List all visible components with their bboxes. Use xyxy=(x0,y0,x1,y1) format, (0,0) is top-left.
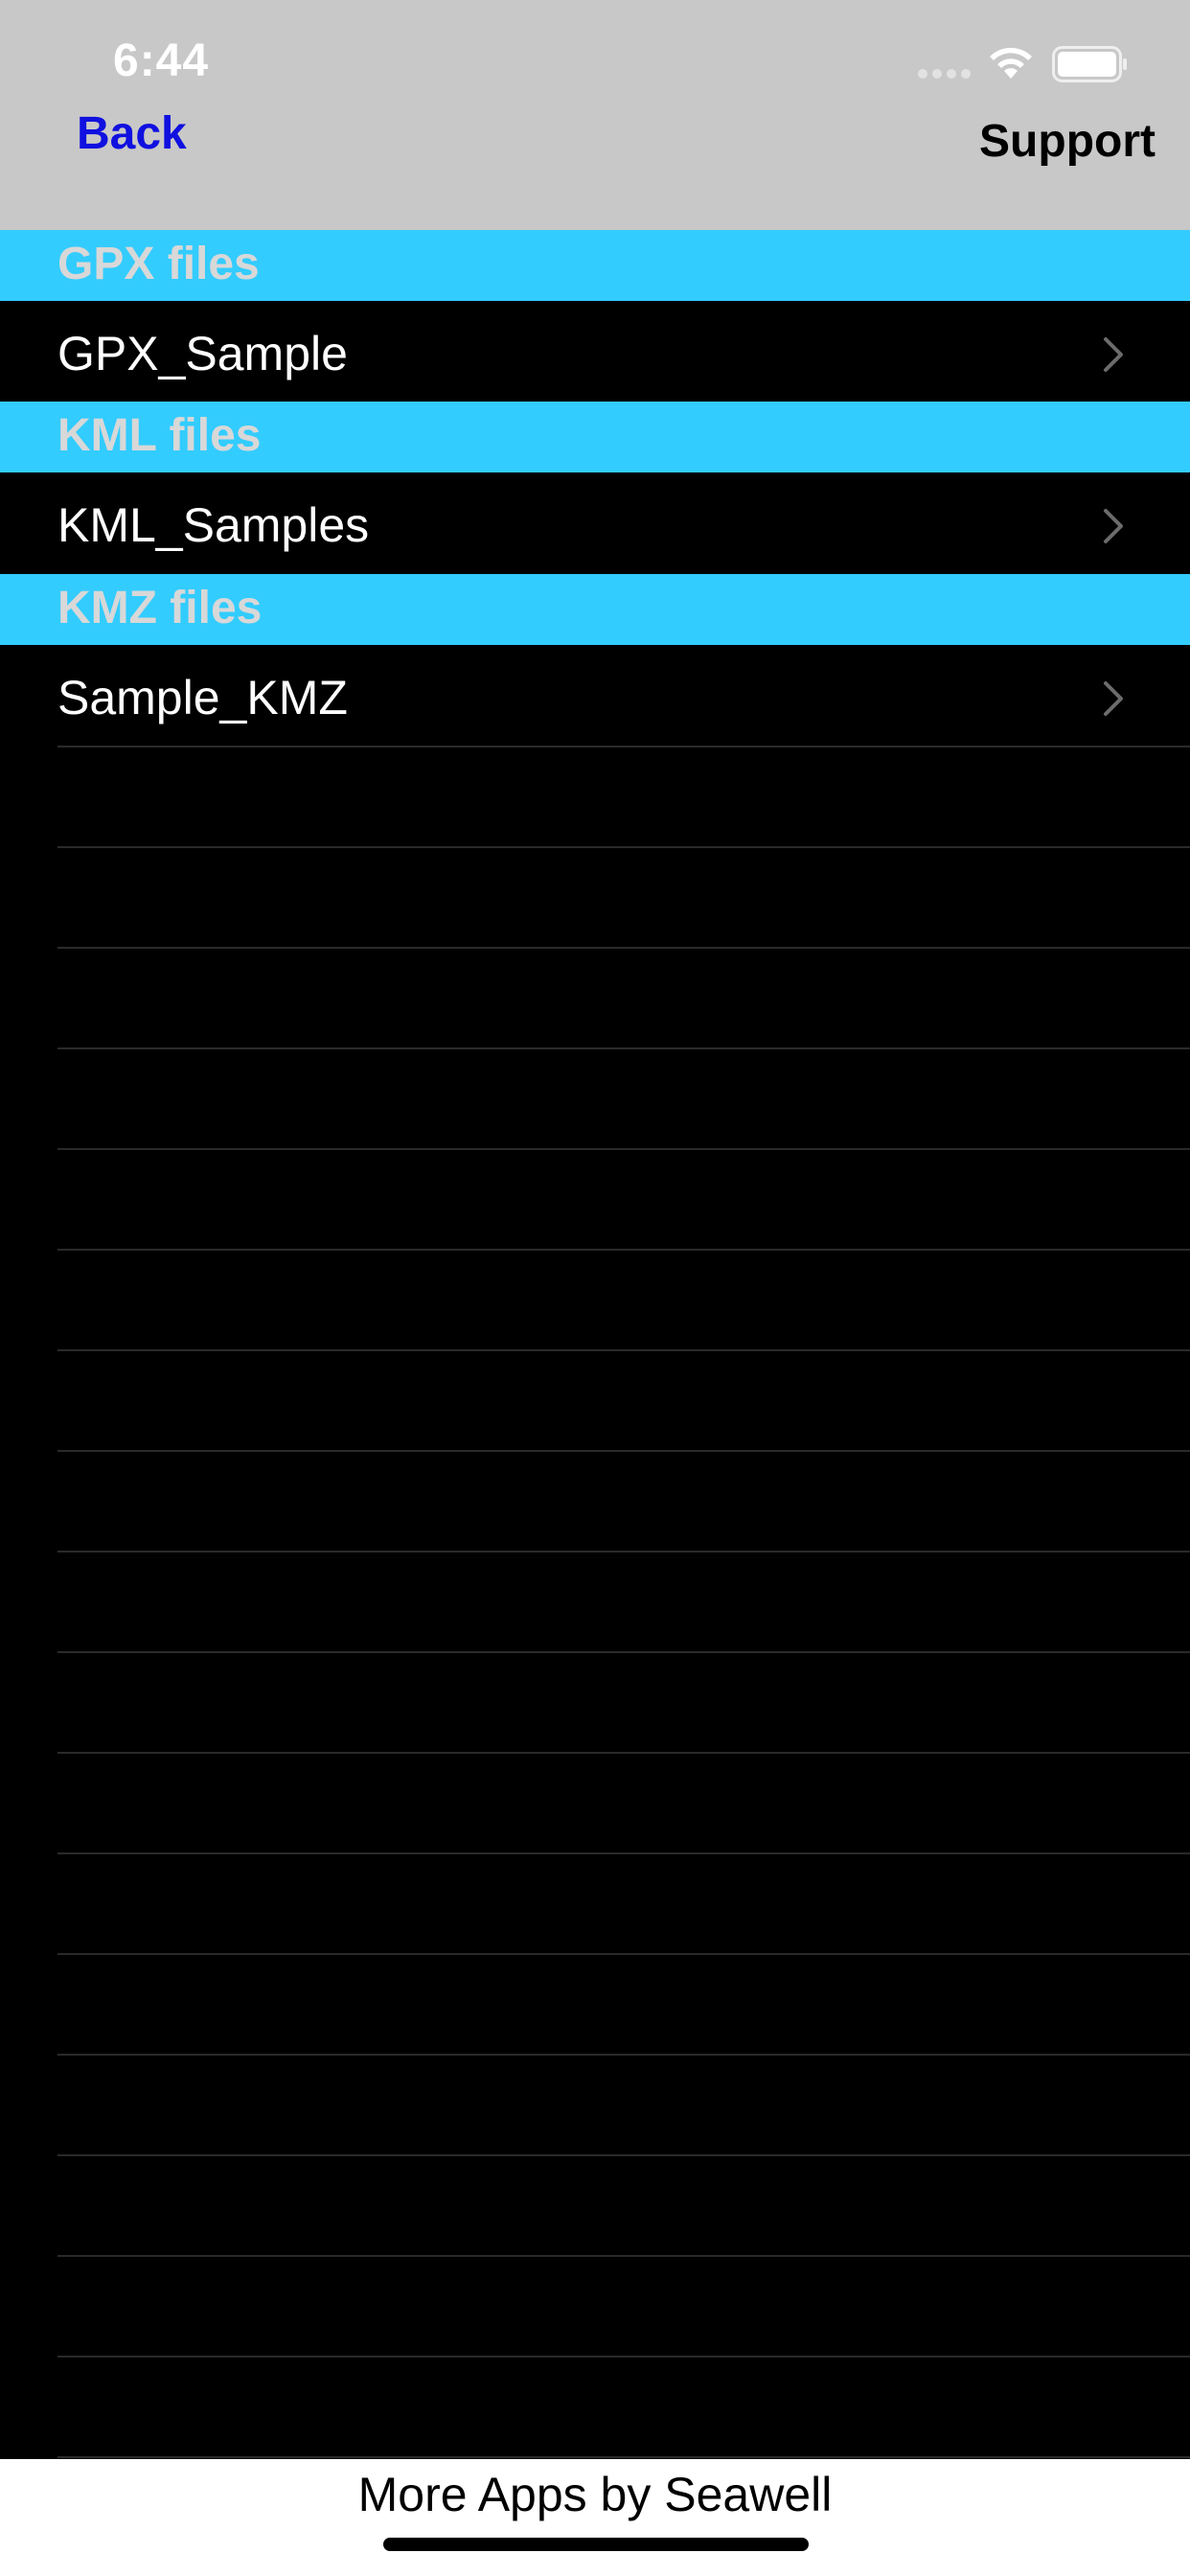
table-separator xyxy=(57,2356,1190,2358)
table-separator xyxy=(57,846,1190,848)
list-item-label: KML_Samples xyxy=(57,498,370,552)
section-header-gpx: GPX files xyxy=(0,230,1190,301)
section-header-label: KMZ files xyxy=(57,583,263,633)
table-separator xyxy=(57,1651,1190,1653)
table-separator xyxy=(57,1450,1190,1452)
table-separator xyxy=(57,746,1190,748)
list-item-label: Sample_KMZ xyxy=(57,671,348,724)
list-item-sample-kmz[interactable]: Sample_KMZ xyxy=(0,645,1190,746)
chevron-right-icon xyxy=(1104,681,1123,716)
table-separator xyxy=(57,2154,1190,2156)
table-separator xyxy=(57,1953,1190,1955)
list-item-gpx-sample[interactable]: GPX_Sample xyxy=(0,301,1190,402)
table-separator xyxy=(57,1047,1190,1049)
navigation-bar: 6:44 Back Support xyxy=(0,0,1190,230)
section-header-kml: KML files xyxy=(0,402,1190,472)
signal-dots-icon xyxy=(918,65,972,79)
footer-bar: More Apps by Seawell xyxy=(0,2459,1190,2576)
battery-icon xyxy=(1052,46,1127,82)
back-button[interactable]: Back xyxy=(77,107,187,160)
section-header-kmz: KMZ files xyxy=(0,574,1190,645)
table-separator xyxy=(57,1148,1190,1150)
section-header-label: KML files xyxy=(57,410,262,461)
table-separator xyxy=(57,1249,1190,1251)
wifi-icon xyxy=(990,47,1032,79)
table-separator xyxy=(57,2456,1190,2458)
table-separator xyxy=(57,1752,1190,1754)
table-separator xyxy=(57,2255,1190,2257)
table-separator xyxy=(57,1349,1190,1351)
section-header-label: GPX files xyxy=(57,239,260,289)
home-indicator xyxy=(383,2538,809,2551)
chevron-right-icon xyxy=(1104,337,1123,372)
table-separator xyxy=(57,1551,1190,1552)
list-item-label: GPX_Sample xyxy=(57,327,348,380)
table-separator xyxy=(57,947,1190,949)
list-item-kml-samples[interactable]: KML_Samples xyxy=(0,472,1190,573)
chevron-right-icon xyxy=(1104,509,1123,543)
table-separator xyxy=(57,1852,1190,1854)
support-button[interactable]: Support xyxy=(979,115,1156,168)
status-time: 6:44 xyxy=(113,35,210,86)
more-apps-button[interactable]: More Apps by Seawell xyxy=(0,2467,1190,2522)
table-separator xyxy=(57,2054,1190,2056)
